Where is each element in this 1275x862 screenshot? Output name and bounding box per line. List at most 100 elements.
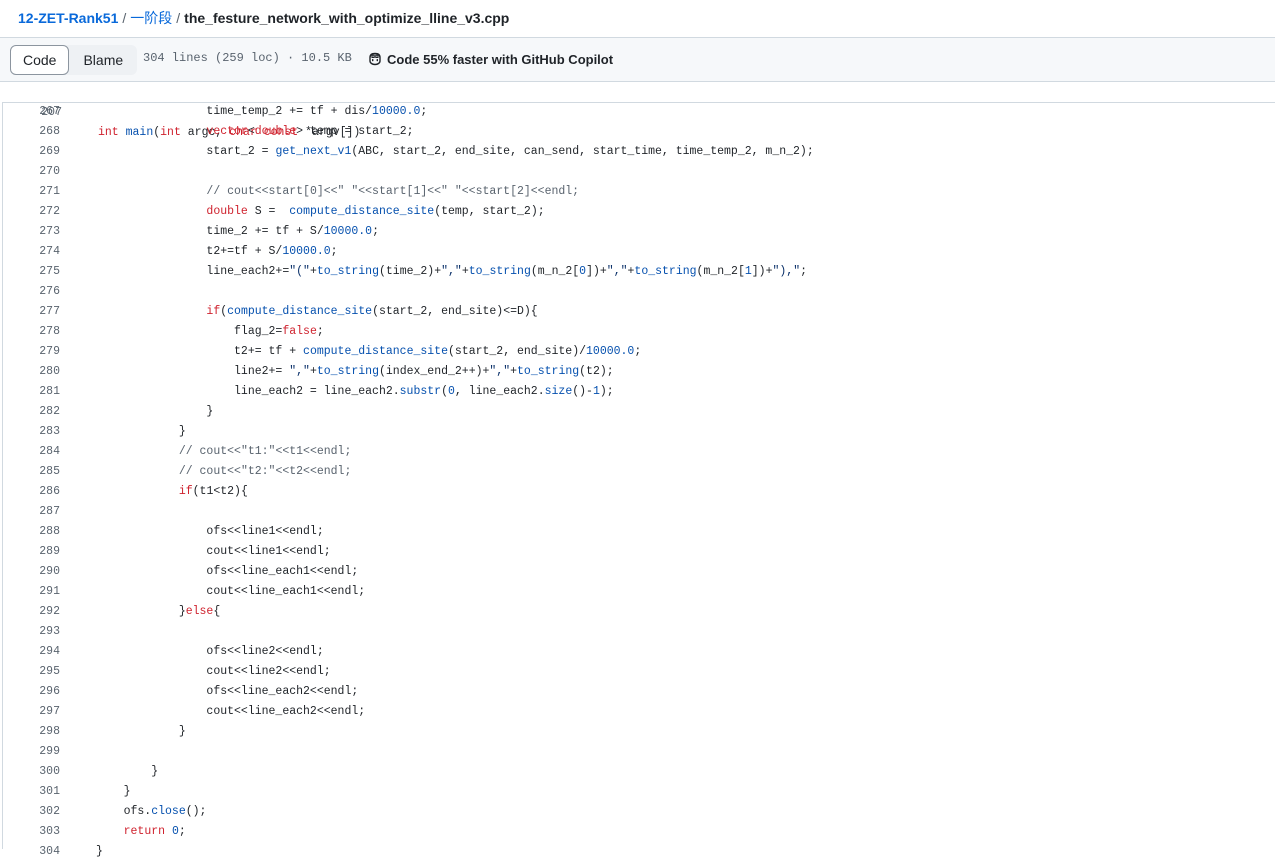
code-line[interactable]: 267 time_temp_2 += tf + dis/10000.0; bbox=[0, 102, 1275, 122]
code-line[interactable]: 299 bbox=[0, 742, 1275, 762]
copilot-promo-link[interactable]: Code 55% faster with GitHub Copilot bbox=[367, 51, 613, 67]
line-number[interactable]: 299 bbox=[10, 742, 60, 762]
code-line[interactable]: 274 t2+=tf + S/10000.0; bbox=[0, 242, 1275, 262]
code-tab-button[interactable]: Code bbox=[10, 45, 70, 75]
code-line[interactable]: 269 start_2 = get_next_v1(ABC, start_2, … bbox=[0, 142, 1275, 162]
code-line[interactable]: 282 } bbox=[0, 402, 1275, 422]
sticky-scope-header[interactable]: 207 int main(int argc, char const *argv[… bbox=[2, 83, 1275, 139]
code-text: start_2 = get_next_v1(ABC, start_2, end_… bbox=[96, 145, 814, 158]
line-number[interactable]: 284 bbox=[10, 442, 60, 462]
code-line[interactable]: 284 // cout<<"t1:"<<t1<<endl; bbox=[0, 442, 1275, 462]
line-number[interactable]: 282 bbox=[10, 402, 60, 422]
code-line[interactable]: 268 vector<double> temp = start_2; bbox=[0, 122, 1275, 142]
code-text: return 0; bbox=[123, 825, 186, 838]
code-text: cout<<line1<<endl; bbox=[96, 545, 331, 558]
line-number[interactable]: 294 bbox=[10, 642, 60, 662]
file-meta-info: 304 lines (259 loc) · 10.5 KB bbox=[143, 51, 352, 65]
line-number[interactable]: 295 bbox=[10, 662, 60, 682]
code-line[interactable]: 302 ofs.close(); bbox=[0, 802, 1275, 822]
code-text: cout<<line_each2<<endl; bbox=[96, 705, 366, 718]
code-text: } bbox=[96, 725, 186, 738]
code-text: } bbox=[96, 765, 159, 778]
code-line[interactable]: 276 bbox=[0, 282, 1275, 302]
code-line[interactable]: 289 cout<<line1<<endl; bbox=[0, 542, 1275, 562]
line-number[interactable]: 302 bbox=[10, 802, 60, 822]
line-number[interactable]: 280 bbox=[10, 362, 60, 382]
line-number[interactable]: 281 bbox=[10, 382, 60, 402]
line-number[interactable]: 292 bbox=[10, 602, 60, 622]
code-line[interactable]: 293 bbox=[0, 622, 1275, 642]
code-line[interactable]: 294 ofs<<line2<<endl; bbox=[0, 642, 1275, 662]
line-number[interactable]: 274 bbox=[10, 242, 60, 262]
breadcrumb-file-name: the_festure_network_with_optimize_lline_… bbox=[184, 10, 510, 26]
line-number[interactable]: 273 bbox=[10, 222, 60, 242]
line-number[interactable]: 290 bbox=[10, 562, 60, 582]
code-line[interactable]: 273 time_2 += tf + S/10000.0; bbox=[0, 222, 1275, 242]
line-number[interactable]: 272 bbox=[10, 202, 60, 222]
code-line[interactable]: 295 cout<<line2<<endl; bbox=[0, 662, 1275, 682]
line-number[interactable]: 304 bbox=[10, 842, 60, 862]
line-number[interactable]: 286 bbox=[10, 482, 60, 502]
code-line[interactable]: 300 } bbox=[0, 762, 1275, 782]
line-number[interactable]: 300 bbox=[10, 762, 60, 782]
line-number[interactable]: 289 bbox=[10, 542, 60, 562]
line-number[interactable]: 291 bbox=[10, 582, 60, 602]
line-number[interactable]: 297 bbox=[10, 702, 60, 722]
blame-tab-button[interactable]: Blame bbox=[69, 45, 137, 75]
code-line[interactable]: 290 ofs<<line_each1<<endl; bbox=[0, 562, 1275, 582]
line-number[interactable]: 285 bbox=[10, 462, 60, 482]
code-line[interactable]: 278 flag_2=false; bbox=[0, 322, 1275, 342]
line-number[interactable]: 303 bbox=[10, 822, 60, 842]
line-number[interactable]: 298 bbox=[10, 722, 60, 742]
code-line[interactable]: 272 double S = compute_distance_site(tem… bbox=[0, 202, 1275, 222]
code-line[interactable]: 277 if(compute_distance_site(start_2, en… bbox=[0, 302, 1275, 322]
view-mode-toggle: Code Blame bbox=[10, 45, 138, 75]
code-text: // cout<<start[0]<<" "<<start[1]<<" "<<s… bbox=[206, 185, 580, 198]
code-line[interactable]: 285 // cout<<"t2:"<<t2<<endl; bbox=[0, 462, 1275, 482]
line-number[interactable]: 270 bbox=[10, 162, 60, 182]
code-text: // cout<<"t2:"<<t2<<endl; bbox=[178, 465, 352, 478]
code-line[interactable]: 303 return 0; bbox=[0, 822, 1275, 842]
line-number[interactable]: 278 bbox=[10, 322, 60, 342]
code-line[interactable]: 297 cout<<line_each2<<endl; bbox=[0, 702, 1275, 722]
line-number[interactable]: 293 bbox=[10, 622, 60, 642]
line-number[interactable]: 301 bbox=[10, 782, 60, 802]
line-number[interactable]: 276 bbox=[10, 282, 60, 302]
line-number[interactable]: 283 bbox=[10, 422, 60, 442]
code-line[interactable]: 304} bbox=[0, 842, 1275, 862]
code-text: time_temp_2 += tf + dis/10000.0; bbox=[96, 105, 428, 118]
line-number[interactable]: 271 bbox=[10, 182, 60, 202]
code-line[interactable]: 298 } bbox=[0, 722, 1275, 742]
code-line[interactable]: 279 t2+= tf + compute_distance_site(star… bbox=[0, 342, 1275, 362]
line-number[interactable]: 277 bbox=[10, 302, 60, 322]
code-line[interactable]: 292 }else{ bbox=[0, 602, 1275, 622]
line-number[interactable]: 279 bbox=[10, 342, 60, 362]
code-line[interactable]: 270 bbox=[0, 162, 1275, 182]
line-number[interactable]: 296 bbox=[10, 682, 60, 702]
code-text: ofs.close(); bbox=[96, 805, 207, 818]
code-line[interactable]: 288 ofs<<line1<<endl; bbox=[0, 522, 1275, 542]
code-line[interactable]: 301 } bbox=[0, 782, 1275, 802]
breadcrumb-folder-link[interactable]: 一阶段 bbox=[130, 10, 172, 26]
code-line[interactable]: 291 cout<<line_each1<<endl; bbox=[0, 582, 1275, 602]
line-number[interactable]: 287 bbox=[10, 502, 60, 522]
code-line[interactable]: 283 } bbox=[0, 422, 1275, 442]
code-text: } bbox=[96, 845, 103, 858]
code-line[interactable]: 280 line2+= ","+to_string(index_end_2++)… bbox=[0, 362, 1275, 382]
line-number[interactable]: 269 bbox=[10, 142, 60, 162]
line-number[interactable]: 268 bbox=[10, 122, 60, 142]
code-line[interactable]: 287 bbox=[0, 502, 1275, 522]
code-text: flag_2=false; bbox=[96, 325, 324, 338]
code-line[interactable]: 271 // cout<<start[0]<<" "<<start[1]<<" … bbox=[0, 182, 1275, 202]
line-number[interactable]: 267 bbox=[10, 102, 60, 122]
code-line[interactable]: 286 if(t1<t2){ bbox=[0, 482, 1275, 502]
code-line[interactable]: 275 line_each2+="("+to_string(time_2)+",… bbox=[0, 262, 1275, 282]
breadcrumb-repo-link[interactable]: 12-ZET-Rank51 bbox=[18, 10, 118, 26]
code-text: // cout<<"t1:"<<t1<<endl; bbox=[178, 445, 352, 458]
code-text: } bbox=[96, 785, 131, 798]
line-number[interactable]: 288 bbox=[10, 522, 60, 542]
code-text: ofs<<line_each1<<endl; bbox=[96, 565, 359, 578]
code-line[interactable]: 296 ofs<<line_each2<<endl; bbox=[0, 682, 1275, 702]
code-line[interactable]: 281 line_each2 = line_each2.substr(0, li… bbox=[0, 382, 1275, 402]
line-number[interactable]: 275 bbox=[10, 262, 60, 282]
